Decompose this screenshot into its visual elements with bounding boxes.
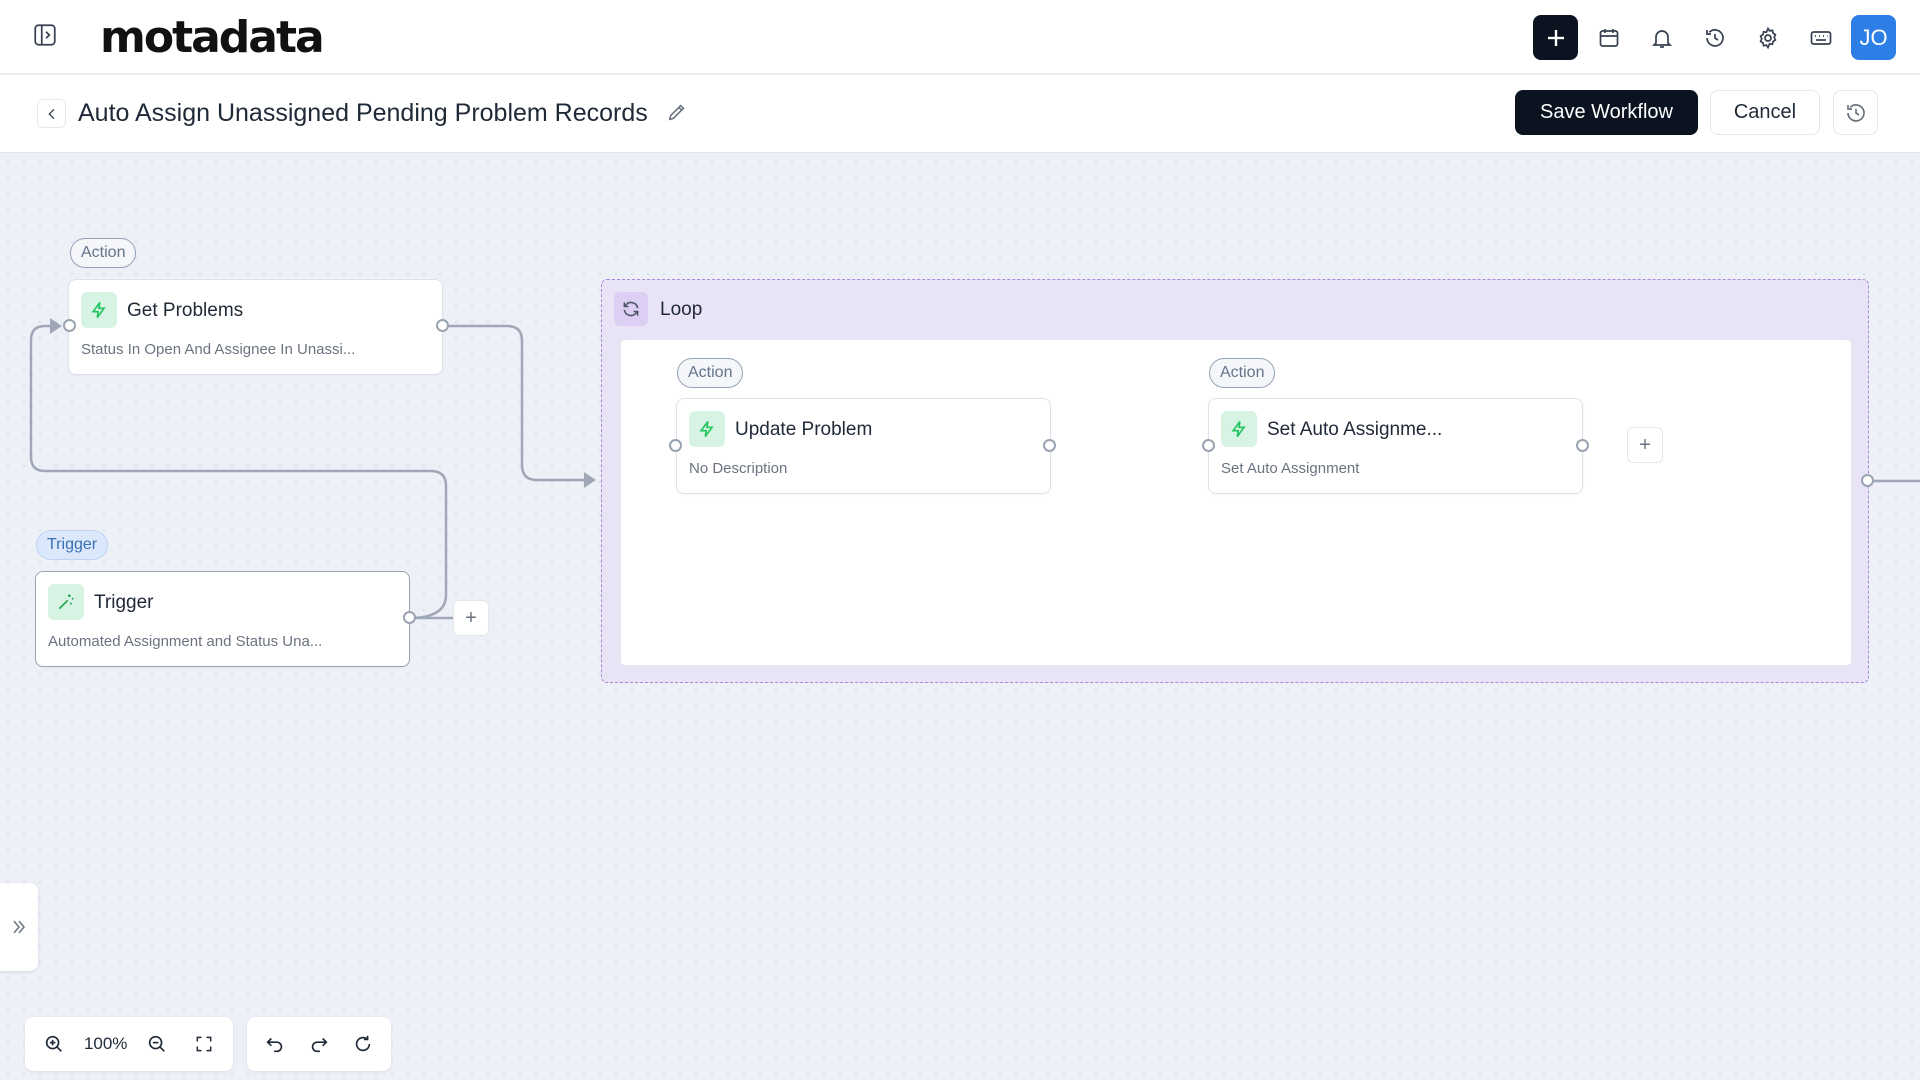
loop-output-port[interactable]	[1861, 474, 1874, 487]
top-bar: motadata JO	[0, 0, 1920, 74]
chevron-left-icon	[47, 108, 54, 119]
node-description: Status In Open And Assignee In Unassi...	[81, 341, 356, 358]
output-port[interactable]	[1043, 439, 1056, 452]
output-port[interactable]	[403, 611, 416, 624]
expand-panel-button[interactable]	[0, 883, 38, 971]
loop-icon	[614, 292, 648, 326]
avatar[interactable]: JO	[1851, 15, 1896, 60]
save-workflow-button[interactable]: Save Workflow	[1515, 90, 1698, 135]
node-tag-trigger: Trigger	[36, 530, 109, 560]
back-button[interactable]	[37, 99, 66, 128]
plus-icon	[1547, 29, 1564, 46]
output-port[interactable]	[1576, 439, 1589, 452]
history-toolbar	[247, 1017, 391, 1071]
loop-body	[621, 340, 1851, 665]
node-title: Trigger	[94, 592, 154, 613]
workflow-header: Auto Assign Unassigned Pending Problem R…	[0, 75, 1920, 153]
bolt-icon	[689, 411, 725, 447]
bolt-icon	[81, 292, 117, 328]
add-button[interactable]	[1533, 15, 1578, 60]
add-step-button[interactable]: +	[1627, 427, 1663, 463]
node-title: Get Problems	[127, 300, 244, 321]
node-title: Set Auto Assignme...	[1267, 419, 1443, 440]
input-port[interactable]	[669, 439, 682, 452]
node-title: Update Problem	[735, 419, 873, 440]
node-tag-action: Action	[1209, 358, 1276, 388]
loop-label: Loop	[660, 299, 703, 320]
input-port[interactable]	[1202, 439, 1215, 452]
node-tag-action: Action	[70, 238, 137, 268]
fullscreen-icon[interactable]	[187, 1027, 221, 1061]
node-description: No Description	[689, 460, 788, 477]
sidebar-toggle-icon[interactable]	[30, 20, 60, 50]
refresh-icon[interactable]	[346, 1027, 380, 1061]
zoom-level: 100%	[83, 1034, 128, 1053]
calendar-icon[interactable]	[1586, 15, 1631, 60]
output-port[interactable]	[436, 319, 449, 332]
trigger-node[interactable]: Trigger Automated Assignment and Status …	[35, 571, 410, 667]
zoom-out-icon[interactable]	[140, 1027, 174, 1061]
update-problem-node[interactable]: Update Problem No Description	[676, 398, 1051, 494]
bell-icon[interactable]	[1639, 15, 1684, 60]
zoom-in-icon[interactable]	[37, 1027, 71, 1061]
restore-icon[interactable]	[1833, 90, 1878, 135]
node-tag-action: Action	[677, 358, 744, 388]
chevrons-right-icon	[13, 920, 25, 934]
node-description: Automated Assignment and Status Una...	[48, 633, 323, 650]
add-step-button[interactable]: +	[453, 600, 489, 636]
top-actions: JO	[1533, 15, 1896, 60]
page-title: Auto Assign Unassigned Pending Problem R…	[78, 99, 648, 127]
input-port[interactable]	[63, 319, 76, 332]
redo-icon[interactable]	[302, 1027, 336, 1061]
app-logo: motadata	[100, 12, 325, 63]
bolt-icon	[1221, 411, 1257, 447]
history-icon[interactable]	[1692, 15, 1737, 60]
node-description: Set Auto Assignment	[1221, 460, 1360, 477]
keyboard-icon[interactable]	[1798, 15, 1843, 60]
cancel-button[interactable]: Cancel	[1710, 90, 1820, 135]
magic-wand-icon	[48, 584, 84, 620]
zoom-toolbar: 100%	[25, 1017, 233, 1071]
get-problems-node[interactable]: Get Problems Status In Open And Assignee…	[68, 279, 443, 375]
undo-icon[interactable]	[258, 1027, 292, 1061]
set-auto-assignment-node[interactable]: Set Auto Assignme... Set Auto Assignment	[1208, 398, 1583, 494]
pencil-icon[interactable]	[666, 101, 690, 125]
gear-icon[interactable]	[1745, 15, 1790, 60]
